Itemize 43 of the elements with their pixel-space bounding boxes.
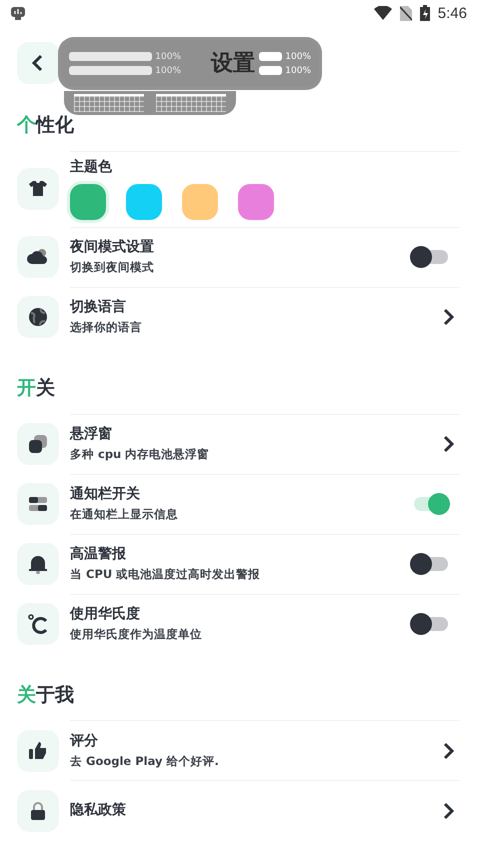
setting-subtitle: 多种 cpu 内存电池悬浮窗 <box>70 446 210 462</box>
app-notification-icon <box>10 5 26 21</box>
section-heading: 开关 <box>17 376 56 400</box>
setting-title: 隐私政策 <box>70 802 127 820</box>
celsius-icon <box>26 612 50 636</box>
setting-title: 通知栏开关 <box>70 486 141 503</box>
setting-subtitle: 使用华氏度作为温度单位 <box>70 626 203 642</box>
section-heading: 个性化 <box>17 114 75 137</box>
chevron-right-icon <box>442 435 454 454</box>
color-swatch[interactable] <box>182 184 218 220</box>
setting-title: 评分 <box>70 732 99 750</box>
back-icon <box>32 54 44 72</box>
wifi-icon <box>374 6 392 20</box>
setting-subtitle: 选择你的语言 <box>70 320 143 336</box>
chevron-right-icon <box>442 742 454 760</box>
setting-subtitle: 当 CPU 或电池温度过高时发出警报 <box>70 566 262 582</box>
setting-subtitle: 在通知栏上显示信息 <box>70 506 179 522</box>
no-sim-icon <box>400 6 412 20</box>
setting-subtitle: 切换到夜间模式 <box>70 260 155 276</box>
setting-title: 主题色 <box>70 158 113 176</box>
meter-reading: 100% <box>155 52 181 62</box>
setting-title: 夜间模式设置 <box>70 239 155 256</box>
back-button[interactable] <box>17 42 59 84</box>
color-swatch[interactable] <box>70 184 106 220</box>
setting-title: 使用华氏度 <box>70 606 141 623</box>
color-swatch[interactable] <box>238 184 274 220</box>
color-swatch[interactable] <box>126 184 162 220</box>
meter-bar <box>259 52 282 61</box>
setting-title: 悬浮窗 <box>70 426 113 443</box>
meter-reading: 100% <box>155 66 181 76</box>
status-time: 5:46 <box>438 4 467 22</box>
setting-title: 切换语言 <box>70 299 127 316</box>
page-title: 设置 <box>211 50 255 78</box>
setting-title: 高温警报 <box>70 546 127 563</box>
section-heading: 关于我 <box>17 684 75 706</box>
meter-reading: 100% <box>285 52 311 62</box>
battery-charging-icon <box>420 5 430 21</box>
chevron-right-icon <box>442 802 454 820</box>
chevron-right-icon <box>442 308 454 326</box>
floating-grid-panel[interactable] <box>64 91 236 115</box>
meter-bar <box>259 66 282 75</box>
setting-subtitle: 去 Google Play 给个好评. <box>70 754 220 769</box>
meter-reading: 100% <box>285 66 311 76</box>
